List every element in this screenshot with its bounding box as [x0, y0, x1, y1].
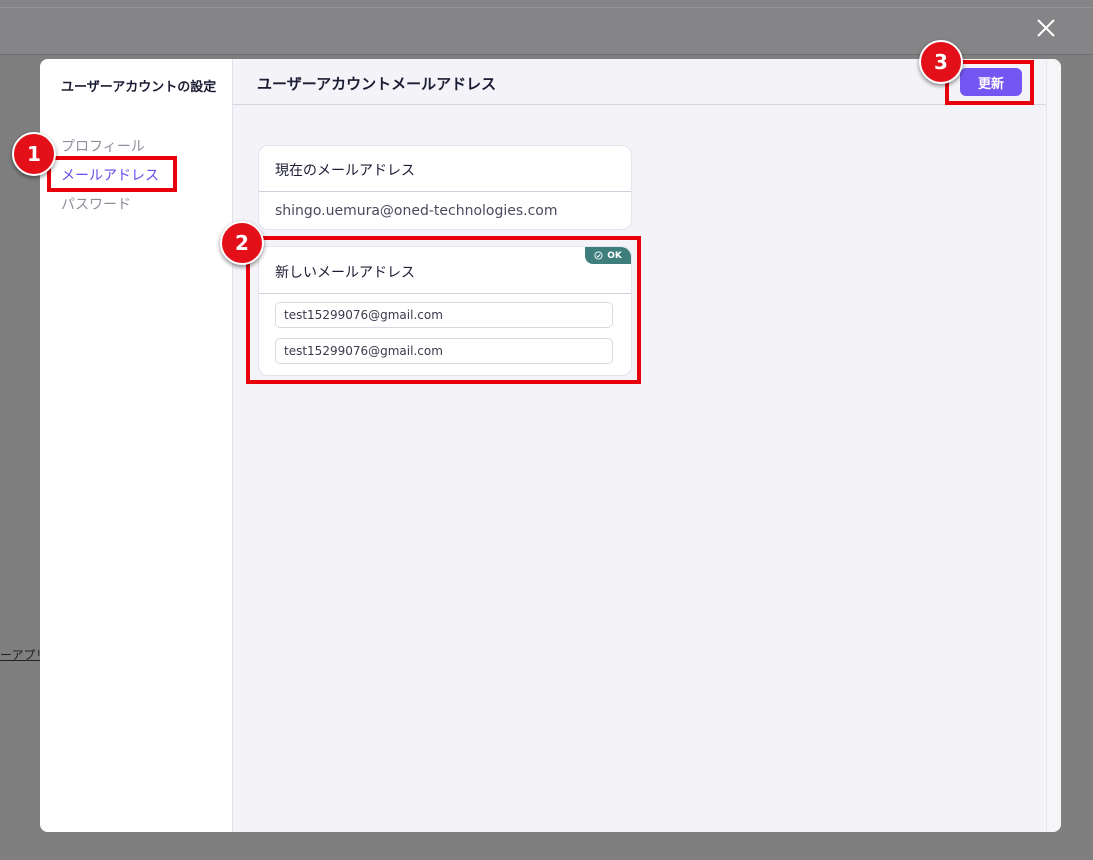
- current-email-card: 現在のメールアドレス shingo.uemura@oned-technologi…: [258, 145, 632, 230]
- new-email-input[interactable]: [275, 302, 613, 328]
- settings-sidebar: ユーザーアカウントの設定 プロフィール メールアドレス パスワード: [40, 59, 233, 832]
- page-title: ユーザーアカウントメールアドレス: [257, 75, 497, 93]
- settings-modal: ユーザーアカウントの設定 プロフィール メールアドレス パスワード ユーザーアカ…: [40, 59, 1061, 832]
- current-email-label: 現在のメールアドレス: [275, 163, 415, 179]
- background-link[interactable]: ーアプリ: [0, 646, 40, 663]
- sidebar-title: ユーザーアカウントの設定: [61, 80, 217, 95]
- sidebar-item-email[interactable]: メールアドレス: [61, 165, 159, 185]
- close-icon[interactable]: [1030, 12, 1062, 44]
- background-divider: [0, 7, 1093, 8]
- new-email-card-header: 新しいメールアドレス: [259, 247, 631, 294]
- new-email-confirm-input[interactable]: [275, 338, 613, 364]
- update-button[interactable]: 更新: [960, 68, 1022, 96]
- current-email-card-header: 現在のメールアドレス: [259, 146, 631, 192]
- main-panel: ユーザーアカウントメールアドレス 更新 現在のメールアドレス shingo.ue…: [233, 59, 1046, 832]
- scrollbar[interactable]: [1046, 59, 1061, 832]
- step-marker-1: 1: [12, 132, 56, 176]
- sidebar-item-profile[interactable]: プロフィール: [61, 136, 145, 156]
- step-marker-2: 2: [220, 221, 264, 265]
- current-email-value: shingo.uemura@oned-technologies.com: [275, 203, 558, 219]
- sidebar-item-password[interactable]: パスワード: [61, 194, 131, 214]
- new-email-label: 新しいメールアドレス: [275, 265, 415, 281]
- step-marker-3: 3: [919, 40, 963, 84]
- new-email-card: OK 新しいメールアドレス: [258, 246, 632, 376]
